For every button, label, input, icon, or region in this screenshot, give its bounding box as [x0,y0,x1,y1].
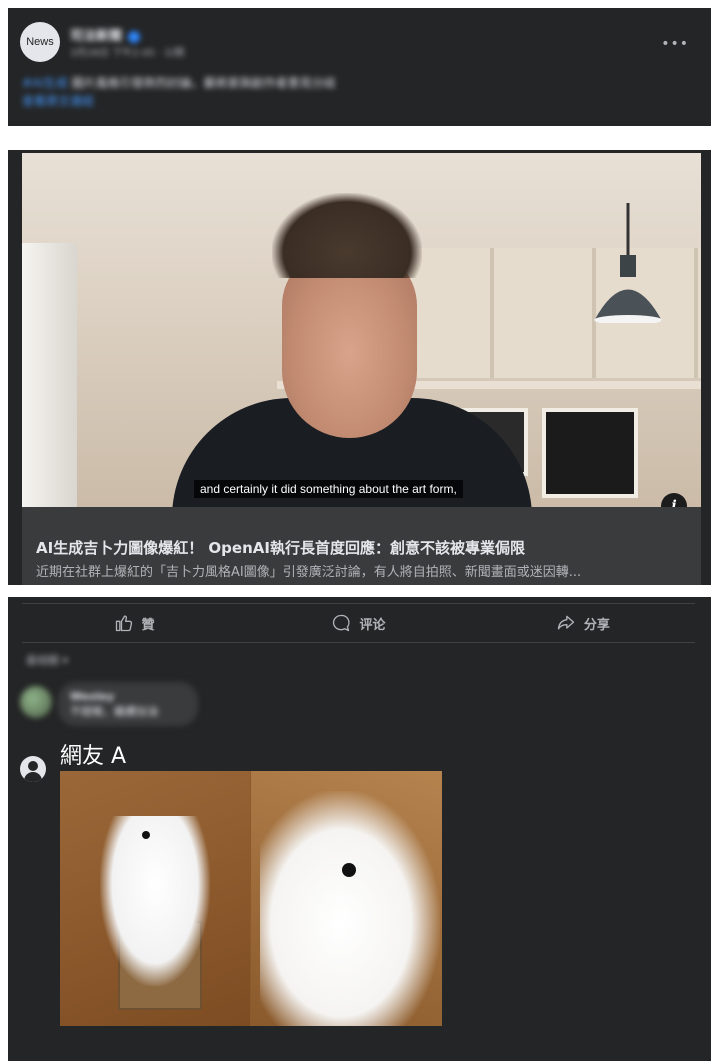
comment-sort-dropdown[interactable]: 最相關 ▾ [26,652,68,668]
commenter-name[interactable]: Wesley [70,690,186,703]
post-text: #AI生成 圖片風格引發熱烈討論，藝術家與創作者意見分歧 查看原文連結 [22,74,662,110]
meme-image[interactable] [60,771,442,1026]
comment-bubble: Wesley 不錯喔，繼續加油 [58,682,198,726]
action-divider-bottom [22,642,695,643]
redaction-gap [8,585,711,597]
meme-cat-left-eye [142,831,150,839]
post-link[interactable]: 查看原文連結 [22,94,94,108]
page-avatar[interactable]: News [20,22,60,62]
page-name-text: 司法新聞 [70,29,123,44]
more-horizontal-icon[interactable]: ••• [661,36,689,52]
redaction-strip [8,126,711,150]
meme-cat-right-eye [342,863,356,877]
video-caption: and certainly it did something about the… [194,480,463,498]
share-label: 分享 [583,617,610,633]
verified-badge-icon [128,30,141,43]
link-headline[interactable]: AI生成吉卜力圖像爆紅！ OpenAI執行長首度回應：創意不該被專業侷限 [36,537,525,558]
share-button[interactable]: 分享 [471,605,695,641]
pendant-lamp [594,203,662,323]
meme-cat-left [100,816,210,986]
post-timestamp[interactable]: 3月28日 下午2:45 · 公開 [70,44,184,59]
like-button[interactable]: 贊 [22,605,246,641]
thumbs-up-icon [115,615,132,632]
video-frame-large [542,408,638,498]
comment-text: 不錯喔，繼續加油 [70,705,158,718]
like-label: 贊 [141,617,155,633]
share-arrow-icon [557,615,574,630]
hashtag-link[interactable]: #AI生成 [22,76,68,90]
video-window [22,243,77,507]
commenter-avatar[interactable] [20,686,52,718]
netizen-name: 網友 A [60,744,127,769]
action-bar: 贊 评论 分享 [22,605,695,641]
video-player[interactable]: and certainly it did something about the… [22,153,701,507]
post-body: 圖片風格引發熱烈討論，藝術家與創作者意見分歧 [71,76,336,90]
link-description: 近期在社群上爆紅的「吉卜力風格AI圖像」引發廣泛討論，有人將自拍照、新聞畫面或迷… [36,565,582,580]
page-name[interactable]: 司法新聞 [70,25,141,44]
comment-button[interactable]: 评论 [246,605,470,641]
sort-label: 最相關 [26,654,59,667]
meme-cat-right [260,791,440,1026]
comment-bubble-icon [333,614,351,632]
avatar-label: News [26,36,54,48]
video-person-hair [272,193,422,278]
comment-label: 评论 [359,617,386,633]
user-circle-icon [20,756,46,782]
action-divider-top [22,603,695,604]
link-preview[interactable]: AI生成吉卜力圖像爆紅！ OpenAI執行長首度回應：創意不該被專業侷限 近期在… [22,507,701,585]
post-card: News 司法新聞 3月28日 下午2:45 · 公開 ••• #AI生成 圖片… [8,8,711,1061]
